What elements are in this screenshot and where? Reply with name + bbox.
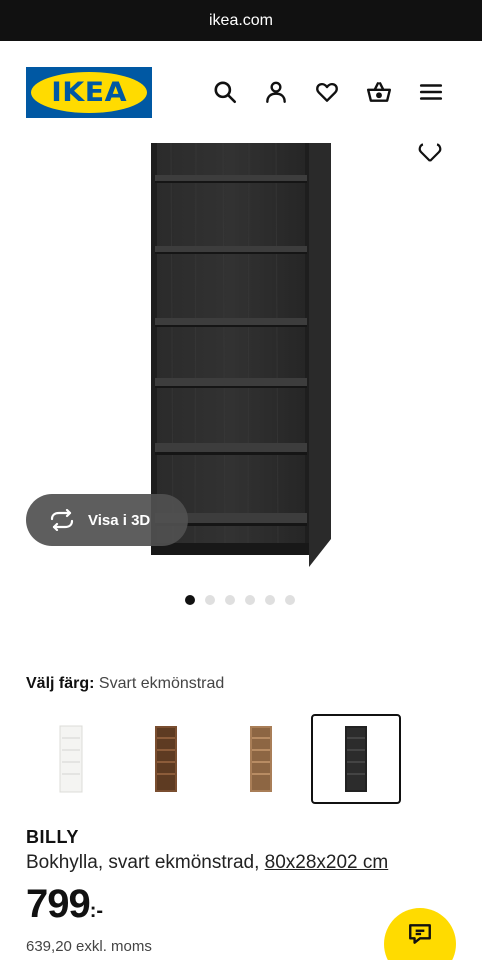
ikea-logo[interactable]: IKEA xyxy=(26,67,152,118)
chat-button[interactable] xyxy=(384,908,456,960)
search-icon[interactable] xyxy=(210,77,240,107)
add-to-wishlist-icon[interactable] xyxy=(416,143,444,163)
chat-icon xyxy=(409,924,431,944)
gallery-dot[interactable] xyxy=(285,595,295,605)
site-header: IKEA xyxy=(0,41,482,143)
profile-icon[interactable] xyxy=(261,77,291,107)
color-option-white[interactable] xyxy=(26,714,116,804)
color-option-black-brown[interactable] xyxy=(311,714,401,804)
gallery-dot[interactable] xyxy=(205,595,215,605)
color-option-brown-walnut[interactable] xyxy=(121,714,211,804)
product-image-gallery[interactable]: Visa i 3D xyxy=(0,143,482,615)
product-dimensions-link[interactable]: 80x28x202 cm xyxy=(265,852,389,873)
view-in-3d-label: Visa i 3D xyxy=(88,511,151,529)
rotate-3d-icon xyxy=(50,509,74,531)
color-selector-label: Välj färg: Svart ekmönstrad xyxy=(26,675,224,693)
gallery-dot[interactable] xyxy=(185,595,195,605)
product-description: Bokhylla, svart ekmönstrad, 80x28x202 cm xyxy=(26,852,388,874)
product-price: 799 :- xyxy=(26,882,103,927)
logo-text: IKEA xyxy=(51,77,127,108)
color-option-oak-veneer[interactable] xyxy=(216,714,306,804)
url-text: ikea.com xyxy=(208,11,274,29)
gallery-pagination xyxy=(185,595,295,605)
gallery-dot[interactable] xyxy=(265,595,275,605)
gallery-dot[interactable] xyxy=(225,595,235,605)
product-name: BILLY xyxy=(26,827,79,847)
price-excl-vat: 639,20 exkl. moms xyxy=(26,938,152,955)
price-suffix: :- xyxy=(89,900,104,922)
view-in-3d-button[interactable]: Visa i 3D xyxy=(26,494,188,546)
color-label-title: Välj färg: xyxy=(26,675,95,692)
color-label-value: Svart ekmönstrad xyxy=(98,675,225,692)
heart-icon[interactable] xyxy=(312,77,342,107)
browser-url-bar[interactable]: ikea.com xyxy=(0,0,482,41)
price-amount: 799 xyxy=(26,882,91,926)
menu-icon[interactable] xyxy=(416,77,446,107)
product-type: Bokhylla, svart ekmönstrad, xyxy=(26,852,260,873)
gallery-dot[interactable] xyxy=(245,595,255,605)
basket-icon[interactable] xyxy=(364,77,394,107)
